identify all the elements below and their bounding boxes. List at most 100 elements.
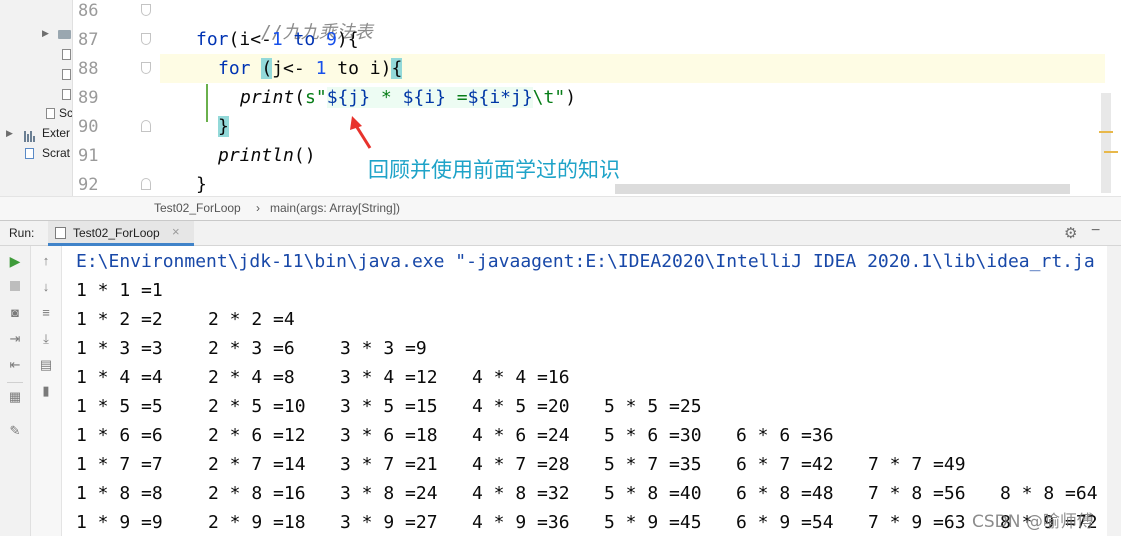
console-product: 5 * 5 =25 [604, 396, 702, 417]
down-arrow-icon[interactable]: ↓ [37, 278, 55, 296]
code-editor[interactable]: ▶ Sc ▶ Exter Scrat 86 87 88 89 90 91 92 … [0, 0, 1121, 220]
play-icon[interactable]: ▶ [6, 252, 24, 270]
console-product: 2 * 9 =18 [208, 512, 306, 533]
line-number: 87 [78, 30, 99, 50]
code-line-89: print(s"${j} * ${i} =${i*j}\t") [240, 87, 576, 116]
tree-item-folder[interactable]: ▶ [0, 26, 72, 44]
code-text: } [196, 174, 207, 195]
soft-wrap-icon[interactable]: ≡ [37, 304, 55, 322]
stop-icon[interactable] [6, 278, 24, 296]
matched-paren: ( [261, 58, 273, 79]
console-line: 1 * 9 =9 2 * 9 =18 3 * 9 =27 4 * 9 =36 5 * 9… [76, 512, 1107, 536]
matched-brace: } [218, 116, 229, 137]
pin-icon[interactable]: ✎ [6, 422, 24, 440]
gear-icon[interactable]: ⚙ [1064, 224, 1077, 242]
fold-marker-icon[interactable] [141, 62, 151, 74]
layout-icon[interactable]: ▦ [6, 388, 24, 406]
code-string: s" [305, 87, 327, 108]
code-template: ${j} [326, 87, 371, 108]
folder-icon [58, 30, 71, 39]
red-arrow-icon [350, 116, 372, 149]
project-tree-panel[interactable]: ▶ Sc ▶ Exter Scrat [0, 0, 73, 196]
tree-item-scratches[interactable]: Scrat [0, 146, 72, 164]
warning-marker[interactable] [1104, 151, 1118, 153]
chevron-right-icon[interactable]: ▶ [6, 128, 13, 139]
console-product: 1 * 7 =7 [76, 454, 163, 475]
code-keyword: to [282, 29, 327, 50]
file-icon [55, 227, 66, 239]
console-product: 1 * 9 =9 [76, 512, 163, 533]
code-line-86: //九九乘法表 [196, 0, 373, 43]
file-icon [62, 89, 71, 100]
print-icon[interactable]: ▤ [37, 356, 55, 374]
fold-marker-icon[interactable] [141, 33, 151, 45]
tree-item-label: Exter [42, 126, 71, 140]
file-icon [46, 108, 55, 119]
code-function: print [240, 87, 295, 108]
console-product: 6 * 7 =42 [736, 454, 834, 475]
chevron-right-icon[interactable]: ▶ [42, 28, 49, 39]
scroll-to-end-icon[interactable]: ⤓ [37, 330, 55, 348]
vertical-scrollbar[interactable] [1101, 93, 1111, 193]
console-line: 1 * 7 =7 2 * 7 =14 3 * 7 =21 4 * 7 =28 5 * 7… [76, 454, 1000, 483]
tree-item-external-libraries[interactable]: ▶ Exter [0, 126, 72, 144]
toolbar-divider [7, 382, 23, 383]
console-line: 1 * 3 =3 2 * 3 =6 3 * 3 =9 [76, 338, 472, 367]
tree-item-label: Scrat [42, 146, 71, 160]
console-line: 1 * 6 =6 2 * 6 =12 3 * 6 =18 4 * 6 =24 5 * 6… [76, 425, 868, 454]
console-product: 1 * 6 =6 [76, 425, 163, 446]
console-product: 8 * 8 =64 [1000, 483, 1098, 504]
tree-item-file[interactable] [0, 86, 72, 104]
breadcrumb-item[interactable]: main(args: Array[String]) [270, 201, 400, 215]
code-area[interactable]: //九九乘法表 for(i<-1 to 9){ for (j<- 1 to i)… [160, 0, 1105, 196]
tree-item-file[interactable] [0, 46, 72, 64]
close-icon[interactable]: × [172, 224, 180, 239]
console-product: 1 * 1 =1 [76, 280, 163, 301]
console-product: 2 * 3 =6 [208, 338, 295, 359]
breadcrumb-item[interactable]: Test02_ForLoop [154, 201, 241, 215]
horizontal-scrollbar[interactable] [615, 184, 1070, 194]
fold-marker-icon[interactable] [141, 4, 151, 16]
tree-item-file[interactable] [0, 66, 72, 84]
console-product: 5 * 7 =35 [604, 454, 702, 475]
console-product: 3 * 8 =24 [340, 483, 438, 504]
tree-item-label: Sc [59, 106, 73, 120]
watermark: CSDN @喻师傅 [972, 512, 1094, 532]
fold-marker-icon[interactable] [141, 120, 151, 132]
console-product: 3 * 5 =15 [340, 396, 438, 417]
console-command-line: E:\Environment\jdk-11\bin\java.exe "-jav… [76, 251, 1095, 272]
console-product: 6 * 9 =54 [736, 512, 834, 533]
camera-icon[interactable]: ◙ [6, 304, 24, 322]
minimize-icon[interactable]: − [1091, 222, 1100, 240]
console-product: 2 * 4 =8 [208, 367, 295, 388]
breadcrumb: Test02_ForLoop › main(args: Array[String… [0, 196, 1121, 220]
code-string: * [370, 87, 403, 108]
fold-marker-icon[interactable] [141, 178, 151, 190]
console-product: 5 * 6 =30 [604, 425, 702, 446]
console-product: 1 * 8 =8 [76, 483, 163, 504]
console-line: 1 * 2 =2 2 * 2 =4 [76, 309, 340, 338]
console-product: 2 * 5 =10 [208, 396, 306, 417]
import-icon[interactable]: ⇥ [6, 330, 24, 348]
export-icon[interactable]: ⇤ [6, 356, 24, 374]
code-text: to i) [326, 58, 392, 79]
console-vertical-scrollbar[interactable] [1107, 246, 1121, 536]
console-product: 2 * 8 =16 [208, 483, 306, 504]
console-line: 1 * 1 =1 [76, 280, 208, 309]
trash-icon[interactable]: ▮ [37, 382, 55, 400]
up-arrow-icon[interactable]: ↑ [37, 252, 55, 270]
code-template: ${i*j} [467, 87, 533, 108]
code-text: (i<- [228, 29, 272, 50]
console-output[interactable]: E:\Environment\jdk-11\bin\java.exe "-jav… [62, 246, 1107, 536]
tab-run-config[interactable]: Test02_ForLoop × [48, 221, 194, 246]
warning-marker[interactable] [1099, 131, 1113, 133]
line-number: 90 [78, 117, 99, 137]
line-number: 88 [78, 59, 99, 79]
console-product: 4 * 5 =20 [472, 396, 570, 417]
editor-gutter[interactable]: 86 87 88 89 90 91 92 [73, 0, 208, 196]
tree-item-scala-file[interactable]: Sc [0, 106, 72, 124]
console-product: 3 * 9 =27 [340, 512, 438, 533]
code-string: = [445, 87, 468, 108]
breadcrumb-separator: › [256, 201, 260, 215]
run-toolbar: ▶ ◙ ⇥ ⇤ ▦ ✎ [0, 246, 31, 536]
